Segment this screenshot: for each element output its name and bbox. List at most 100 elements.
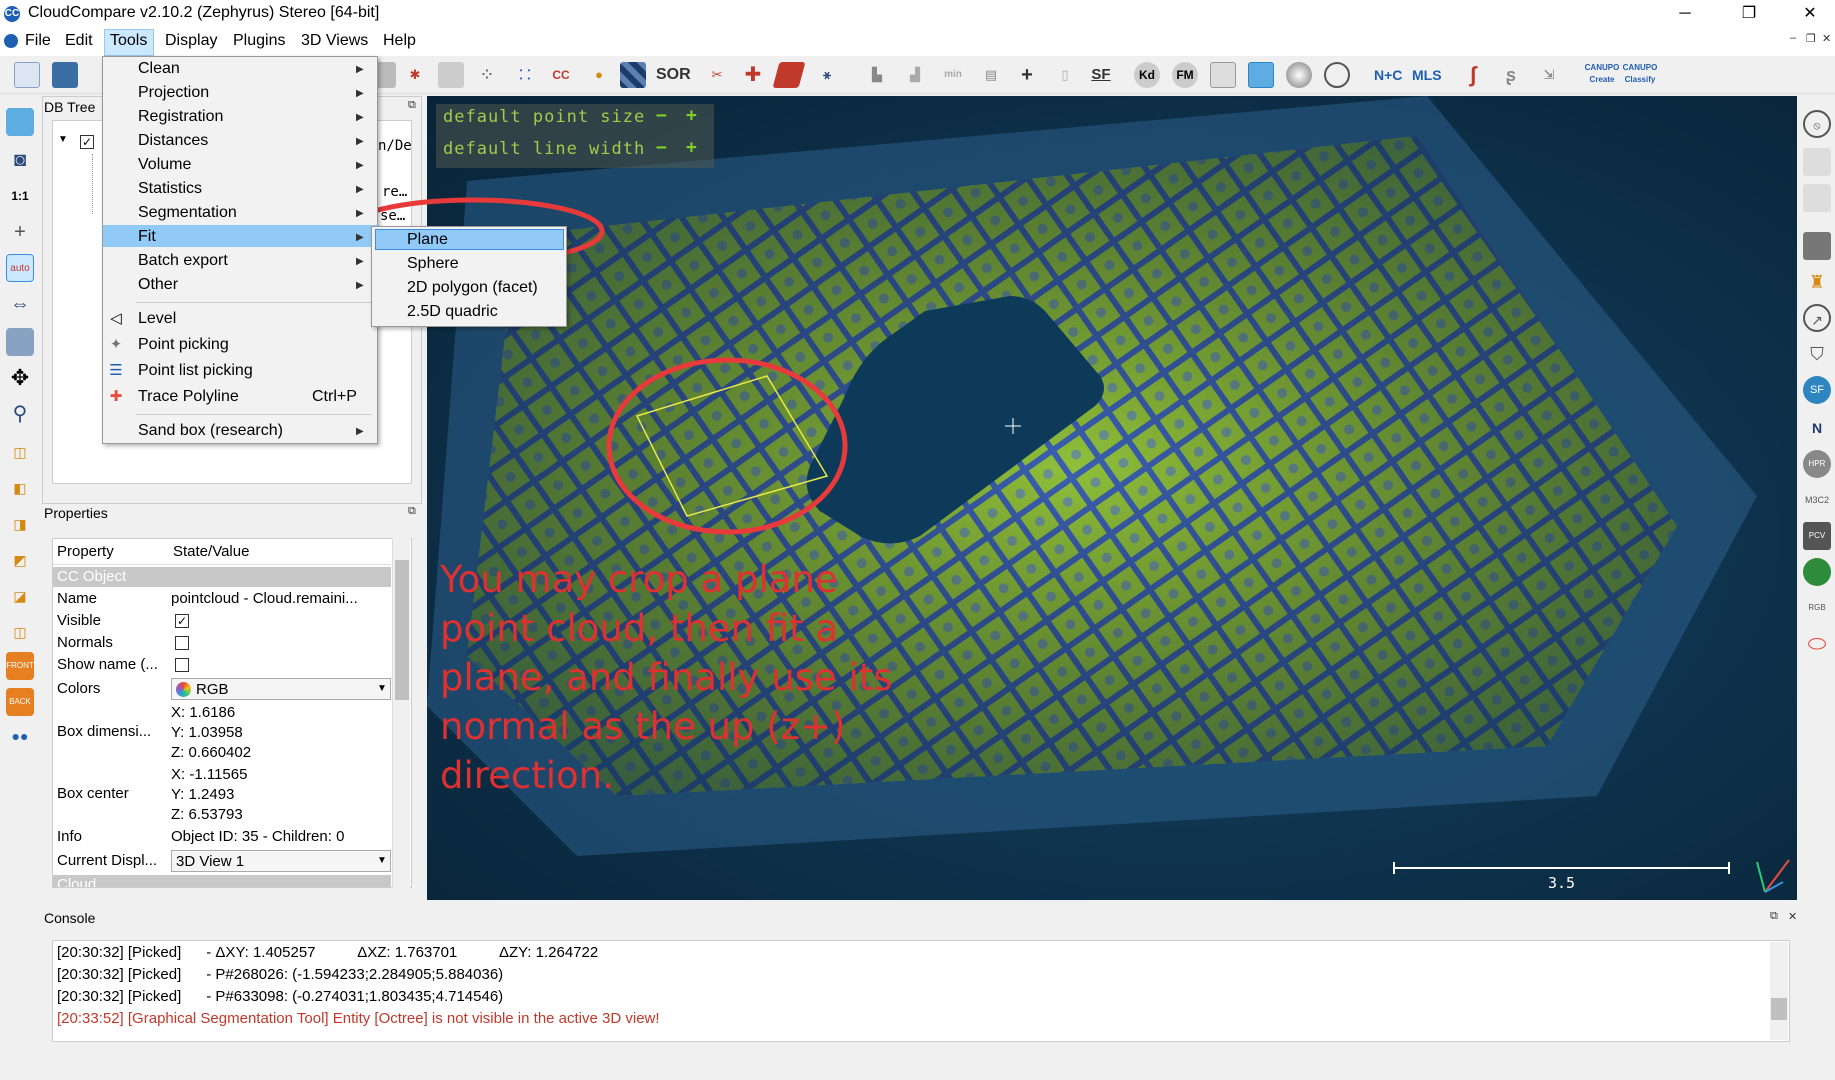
menu-item-segmentation[interactable]: Segmentation [138, 204, 237, 222]
north-icon[interactable]: N [1803, 414, 1831, 442]
view-right-icon[interactable]: ◩ [6, 546, 34, 574]
view-front-icon[interactable]: FRONT [6, 652, 34, 680]
menu-item-point-list-picking[interactable]: Point list picking [138, 362, 253, 380]
zoom-icon[interactable]: ⚲ [6, 400, 34, 428]
csv-icon[interactable] [1248, 62, 1274, 88]
m3c2-icon[interactable]: M3C2 [1803, 486, 1831, 514]
sf-settings-icon[interactable]: SF [1803, 376, 1831, 404]
showname-checkbox[interactable] [175, 658, 189, 672]
console-scrollbar[interactable] [1770, 942, 1788, 1040]
crosshair-icon[interactable]: + [6, 218, 34, 246]
subsample-icon[interactable]: ⁘ [474, 62, 500, 88]
menu-item-clean[interactable]: Clean [138, 60, 180, 78]
no-entry-icon[interactable]: ⦸ [1803, 110, 1831, 138]
ransac-icon[interactable]: ʃ [1460, 62, 1486, 88]
view-iso2-icon[interactable]: ◫ [6, 618, 34, 646]
menu-item-trace-polyline[interactable]: Trace Polyline [138, 388, 239, 406]
pivot-icon[interactable]: ⚹ [814, 62, 840, 88]
menu-help[interactable]: Help [383, 32, 416, 50]
menu-item-volume[interactable]: Volume [138, 156, 191, 174]
sphere-icon[interactable] [1286, 62, 1312, 88]
db-tree-float-button[interactable]: ⧉ [408, 99, 416, 112]
view-iso1-icon[interactable]: ◪ [6, 582, 34, 610]
poisson-icon[interactable] [1803, 558, 1831, 586]
menu-item-level[interactable]: Level [138, 310, 176, 328]
canupo-classify-icon[interactable]: CANUPO Classify [1622, 62, 1658, 88]
menu-item-fit[interactable]: Fit [138, 228, 156, 246]
fast-marching-icon[interactable]: FM [1172, 62, 1198, 88]
sample-points-icon[interactable]: ✱ [402, 62, 428, 88]
checker-icon[interactable] [620, 62, 646, 88]
menu-item-statistics[interactable]: Statistics [138, 180, 202, 198]
perspective-icon[interactable] [6, 328, 34, 356]
stereo-icon[interactable]: ●● [6, 722, 34, 750]
histogram-icon[interactable]: ▙ [864, 62, 890, 88]
mdi-close-button[interactable]: ✕ [1822, 32, 1831, 45]
close-button[interactable]: ✕ [1785, 0, 1835, 28]
view-top-icon[interactable]: ◫ [6, 438, 34, 466]
ellipse-tool-icon[interactable]: ⬭ [1803, 630, 1831, 658]
mdi-minimize-button[interactable]: – [1790, 32, 1796, 44]
menu-item-batch-export[interactable]: Batch export [138, 252, 228, 270]
open-icon[interactable] [14, 62, 40, 88]
view-back-icon[interactable]: BACK [6, 688, 34, 716]
submenu-item-quadric[interactable]: 2.5D quadric [407, 303, 498, 321]
canupo-create-icon[interactable]: CANUPO Create [1584, 62, 1620, 88]
restore-button[interactable]: ❐ [1724, 0, 1774, 28]
export-icon[interactable]: ⇲ [1536, 62, 1562, 88]
shape-detect-icon[interactable]: ʂ [1498, 62, 1524, 88]
menu-item-other[interactable]: Other [138, 276, 178, 294]
kdtree-icon[interactable]: Kd [1134, 62, 1160, 88]
ssao-icon[interactable] [1803, 184, 1831, 212]
compass-icon[interactable]: ↗ [1803, 304, 1831, 332]
submenu-item-2d-polygon[interactable]: 2D polygon (facet) [407, 279, 538, 297]
properties-scrollbar[interactable] [392, 538, 410, 888]
line-width-increase[interactable]: + [686, 137, 697, 158]
save-icon[interactable] [52, 62, 78, 88]
camera-icon[interactable]: ◙ [6, 146, 34, 174]
tree-root-checkbox[interactable]: ✓ [80, 135, 94, 149]
filter-icon[interactable]: ▤ [978, 62, 1004, 88]
rgb-filter-icon[interactable]: RGB [1803, 594, 1831, 622]
mdi-restore-button[interactable]: ❐ [1806, 32, 1816, 45]
menu-edit[interactable]: Edit [65, 32, 93, 50]
menu-item-distances[interactable]: Distances [138, 132, 208, 150]
properties-float-button[interactable]: ⧉ [408, 505, 416, 518]
minimize-button[interactable]: ─ [1660, 0, 1710, 28]
cc-icon[interactable]: CC [548, 62, 574, 88]
submenu-item-sphere[interactable]: Sphere [407, 255, 459, 273]
move-icon[interactable]: ✥ [6, 364, 34, 392]
menu-item-projection[interactable]: Projection [138, 84, 209, 102]
point-size-increase[interactable]: + [686, 105, 697, 126]
minmax-icon[interactable]: min [940, 62, 966, 88]
screenshot-icon[interactable] [6, 108, 34, 136]
mesh-icon[interactable] [438, 62, 464, 88]
scrollbar-thumb[interactable] [395, 560, 409, 700]
density-icon[interactable]: ⸬ [512, 62, 538, 88]
shield-icon[interactable]: ⛉ [1803, 340, 1831, 368]
view-bottom-icon[interactable]: ◧ [6, 474, 34, 502]
menu-display[interactable]: Display [165, 32, 217, 50]
delete-sf-icon[interactable]: ▯ [1052, 62, 1078, 88]
sf-icon[interactable]: SF [1088, 62, 1114, 88]
console-float-button[interactable]: ⧉ [1770, 910, 1778, 923]
stats-icon[interactable]: ▟ [902, 62, 928, 88]
flag-icon[interactable]: ♜ [1803, 268, 1831, 296]
colors-dropdown[interactable]: RGB ▼ [171, 678, 391, 700]
animation-icon[interactable] [1803, 232, 1831, 260]
auto-pivot-icon[interactable]: auto [6, 254, 34, 282]
translate-icon[interactable]: ✚ [740, 62, 766, 88]
view-left-icon[interactable]: ◨ [6, 510, 34, 538]
scissors-icon[interactable]: ✂ [704, 62, 730, 88]
normals-checkbox[interactable] [175, 636, 189, 650]
console-close-button[interactable]: ✕ [1788, 910, 1797, 923]
hpr-icon[interactable]: HPR [1803, 450, 1831, 478]
menu-tools[interactable]: Tools [110, 32, 147, 50]
mls-icon[interactable]: MLS [1412, 62, 1442, 88]
display-dropdown[interactable]: 3D View 1 ▼ [171, 850, 391, 872]
menu-item-point-picking[interactable]: Point picking [138, 336, 229, 354]
knot-icon[interactable]: ● [586, 62, 612, 88]
shp-icon[interactable] [1210, 62, 1236, 88]
sor-filter-icon[interactable]: SOR [656, 62, 691, 88]
menu-item-registration[interactable]: Registration [138, 108, 223, 126]
